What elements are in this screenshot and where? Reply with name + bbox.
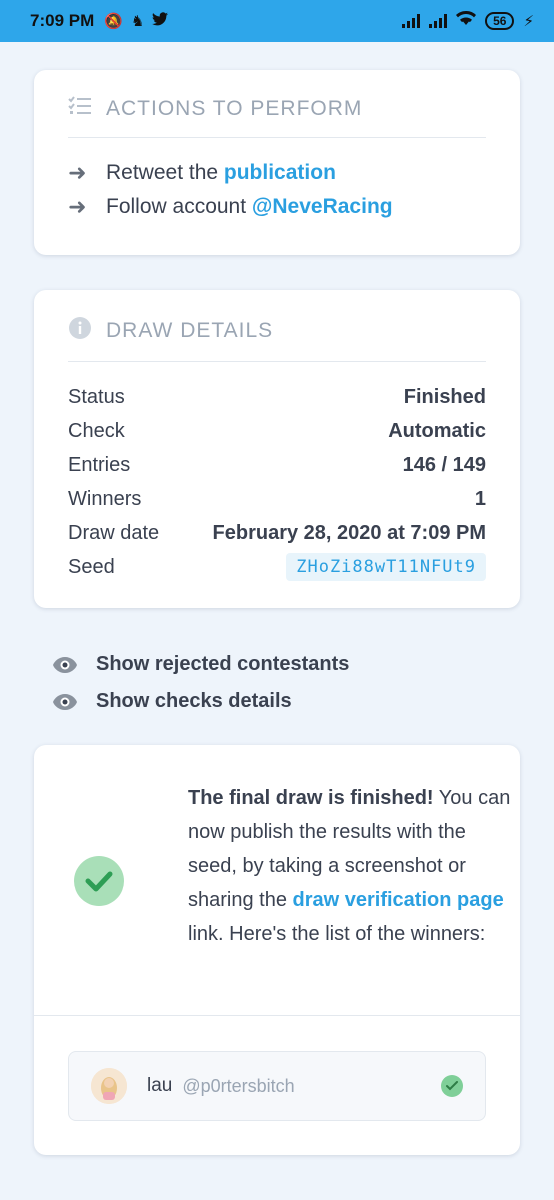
result-card: The final draw is finished! You can now … — [34, 745, 520, 1155]
draw-details-card: DRAW DETAILS Status Finished Check Autom… — [34, 290, 520, 608]
actions-card: ACTIONS TO PERFORM ➜ Retweet the publica… — [34, 70, 520, 255]
winner-item[interactable]: lau @p0rtersbitch — [68, 1051, 486, 1121]
battery-indicator: 56 — [485, 12, 515, 30]
seed-value: ZHoZi88wT11NFUt9 — [286, 553, 486, 581]
status-bar: 7:09 PM 🔕 ♞ 56 ⚡ — [0, 0, 554, 42]
eye-icon — [52, 693, 78, 711]
app-icon: ♞ — [130, 13, 145, 30]
signal-icon — [402, 14, 421, 28]
detail-row-draw-date: Draw date February 28, 2020 at 7:09 PM — [68, 521, 486, 544]
status-time: 7:09 PM — [30, 11, 95, 30]
show-rejected-toggle[interactable]: Show rejected contestants — [52, 653, 349, 676]
divider — [34, 1015, 520, 1016]
detail-row-winners: Winners 1 — [68, 487, 486, 510]
eye-icon — [52, 656, 78, 674]
winner-handle: @p0rtersbitch — [182, 1075, 295, 1096]
actions-title: ACTIONS TO PERFORM — [106, 96, 363, 120]
detail-row-check: Check Automatic — [68, 419, 486, 442]
charging-icon: ⚡ — [523, 13, 534, 30]
draw-verification-link[interactable]: draw verification page — [293, 889, 504, 911]
muted-icon: 🔕 — [104, 13, 123, 30]
account-link[interactable]: @NeveRacing — [252, 195, 393, 219]
detail-row-status: Status Finished — [68, 385, 486, 408]
wifi-icon — [456, 10, 477, 31]
avatar — [91, 1068, 127, 1104]
winner-check-icon — [441, 1075, 463, 1097]
info-icon — [68, 316, 92, 345]
action-item: ➜ Retweet the publication — [68, 160, 336, 185]
action-item: ➜ Follow account @NeveRacing — [68, 194, 393, 219]
checklist-icon — [68, 96, 92, 121]
twitter-icon — [152, 12, 169, 30]
detail-row-seed: Seed ZHoZi88wT11NFUt9 — [68, 550, 486, 584]
publication-link[interactable]: publication — [224, 161, 336, 185]
details-title: DRAW DETAILS — [106, 318, 274, 342]
success-check-icon — [74, 856, 124, 906]
arrow-right-icon: ➜ — [68, 160, 87, 185]
winner-name: lau — [147, 1075, 173, 1096]
signal-icon — [429, 14, 448, 28]
detail-row-entries: Entries 146 / 149 — [68, 453, 486, 476]
arrow-right-icon: ➜ — [68, 194, 87, 219]
result-message: The final draw is finished! You can now … — [188, 787, 511, 945]
show-checks-toggle[interactable]: Show checks details — [52, 690, 292, 713]
